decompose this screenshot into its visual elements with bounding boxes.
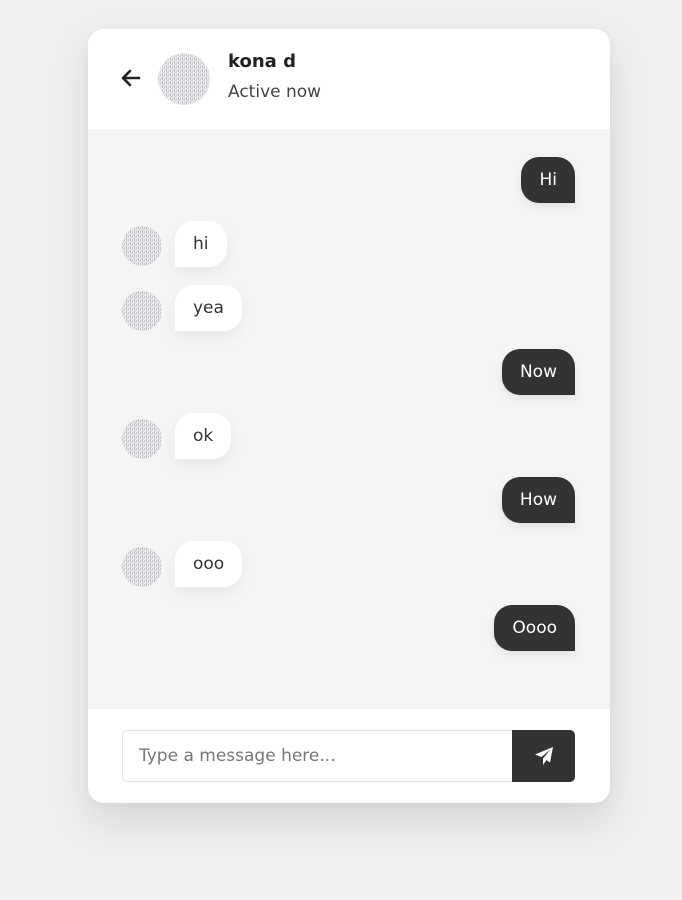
outgoing-message: Now bbox=[501, 349, 575, 395]
contact-name: kona d bbox=[228, 51, 296, 72]
outgoing-message: Hi bbox=[521, 157, 575, 203]
send-button[interactable] bbox=[512, 730, 575, 782]
message-input[interactable] bbox=[122, 730, 512, 782]
chat-header: kona d Active now bbox=[88, 29, 610, 129]
message-avatar bbox=[122, 291, 162, 331]
contact-status: Active now bbox=[228, 82, 322, 102]
message-avatar bbox=[122, 226, 162, 266]
chat-window: kona d Active now Hi hi yea Now ok How o… bbox=[88, 29, 610, 803]
back-button[interactable] bbox=[118, 65, 144, 91]
incoming-message: ooo bbox=[175, 541, 243, 587]
arrow-left-icon bbox=[121, 69, 141, 87]
incoming-message: ok bbox=[175, 413, 232, 459]
chat-messages: Hi hi yea Now ok How ooo Oooo bbox=[88, 129, 610, 709]
message-avatar bbox=[122, 419, 162, 459]
incoming-message: hi bbox=[175, 221, 227, 267]
incoming-message: yea bbox=[175, 285, 242, 331]
typing-area bbox=[88, 709, 610, 803]
outgoing-message: How bbox=[501, 477, 575, 523]
contact-avatar bbox=[158, 53, 210, 105]
outgoing-message: Oooo bbox=[494, 605, 575, 651]
message-avatar bbox=[122, 547, 162, 587]
paper-plane-icon bbox=[534, 747, 553, 765]
